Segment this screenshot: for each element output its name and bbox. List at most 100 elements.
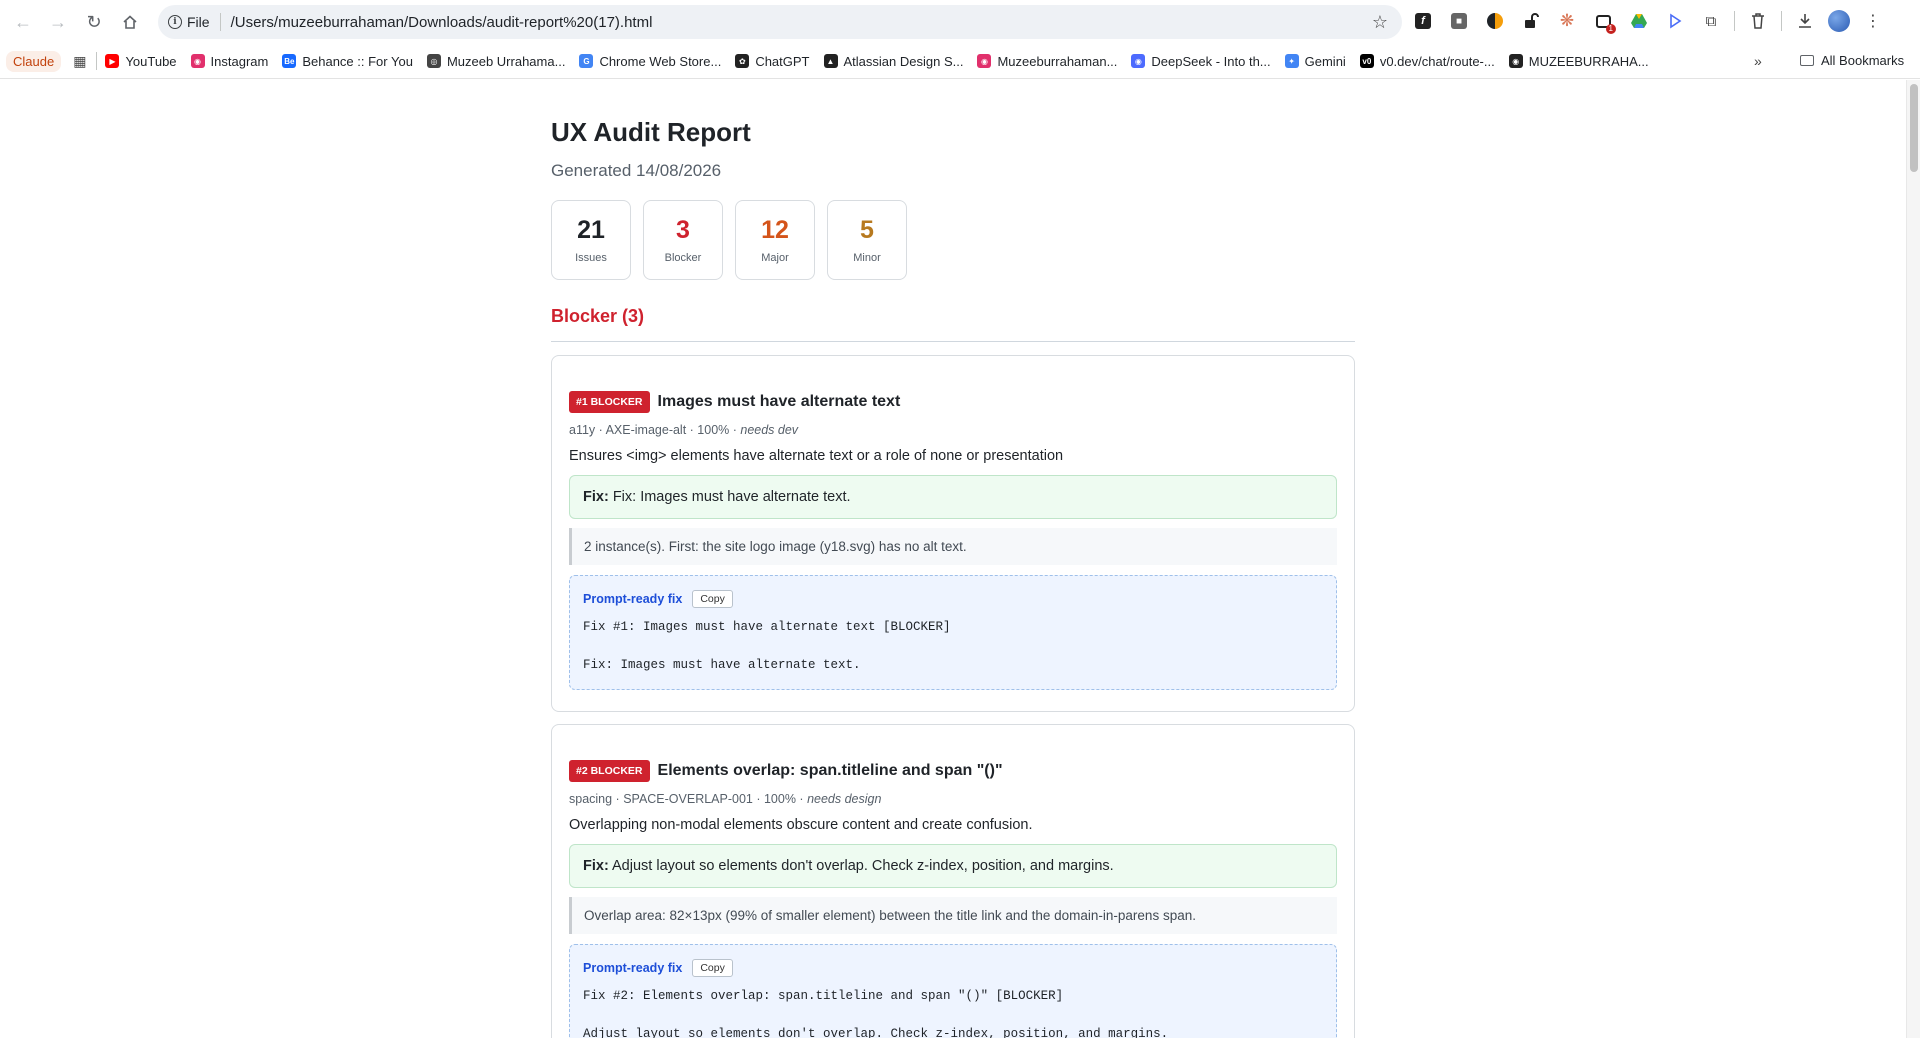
address-bar[interactable]: i File /Users/muzeeburrahaman/Downloads/… bbox=[158, 5, 1402, 39]
generated-date: Generated 14/08/2026 bbox=[551, 161, 722, 180]
extensions-area: f ■ ❋ 1 ⧉ ⋮ bbox=[1410, 8, 1886, 34]
issue-description: Ensures <img> elements have alternate te… bbox=[569, 448, 1064, 464]
fix-box: Fix: Adjust layout so elements don't ove… bbox=[569, 844, 1337, 888]
more-bookmarks-icon[interactable]: » bbox=[1754, 53, 1762, 69]
bookmark-item[interactable]: ◉ Muzeeburrahaman... bbox=[977, 54, 1117, 69]
extension-lock-icon[interactable] bbox=[1518, 8, 1544, 34]
bookmark-item[interactable]: ✿ ChatGPT bbox=[735, 54, 810, 69]
extension-play-icon[interactable] bbox=[1662, 8, 1688, 34]
stat-label: Blocker bbox=[664, 252, 702, 264]
bookmark-item[interactable]: ▶ YouTube bbox=[105, 53, 177, 69]
stat-value: 21 bbox=[577, 216, 605, 244]
bookmark-label: Chrome Web Store... bbox=[599, 53, 722, 69]
extension-badge: 1 bbox=[1605, 24, 1616, 34]
bookmark-label: Muzeeburrahaman... bbox=[997, 53, 1118, 69]
site-chip-label: File bbox=[187, 14, 210, 30]
url-separator bbox=[219, 13, 221, 31]
bookmark-item[interactable]: ◉ DeepSeek - Into th... bbox=[1131, 53, 1271, 69]
prompt-fix-title: Prompt-ready fix bbox=[583, 961, 683, 975]
issue-card: #1 BLOCKER Images must have alternate te… bbox=[551, 355, 1355, 712]
google-drive-icon[interactable] bbox=[1626, 8, 1652, 34]
issue-meta: spacing · SPACE-OVERLAP-001 · 100% · nee… bbox=[569, 792, 1337, 806]
section-heading-blocker: Blocker (3) bbox=[551, 306, 645, 326]
download-icon[interactable] bbox=[1792, 8, 1818, 34]
apps-grid-icon[interactable]: ▦ bbox=[73, 53, 86, 70]
extension-f-icon[interactable]: f bbox=[1410, 8, 1436, 34]
profile-avatar[interactable] bbox=[1828, 10, 1850, 32]
prompt-fix-box: Prompt-ready fix Copy Fix #1: Images mus… bbox=[569, 575, 1337, 690]
bookmark-label: Gemini bbox=[1304, 53, 1346, 69]
fix-text: Adjust layout so elements don't overlap.… bbox=[612, 858, 1114, 874]
youtube-icon: ▶ bbox=[105, 54, 120, 68]
bookmark-item[interactable]: v0 v0.dev/chat/route-... bbox=[1359, 54, 1495, 69]
stat-value: 12 bbox=[761, 216, 789, 244]
bookmark-star-icon[interactable]: ☆ bbox=[1372, 12, 1388, 33]
bookmark-label: Instagram bbox=[210, 53, 269, 69]
page-scrollbar[interactable] bbox=[1906, 80, 1920, 1038]
issue-meta-text: spacing · SPACE-OVERLAP-001 · 100% · bbox=[569, 792, 808, 806]
stat-card-blocker: 3 Blocker bbox=[643, 200, 723, 280]
copy-button[interactable]: Copy bbox=[692, 959, 733, 977]
bookmark-label: YouTube bbox=[125, 53, 177, 69]
issue-description: Overlapping non-modal elements obscure c… bbox=[569, 817, 1033, 833]
deepseek-icon: ◉ bbox=[1131, 54, 1146, 68]
issue-title: Images must have alternate text bbox=[657, 393, 901, 410]
stat-card-issues: 21 Issues bbox=[551, 200, 631, 280]
google-icon: G bbox=[579, 54, 594, 68]
severity-badge: #2 BLOCKER bbox=[569, 760, 650, 782]
fix-text: Fix: Images must have alternate text. bbox=[612, 489, 851, 505]
all-bookmarks[interactable]: All Bookmarks bbox=[1800, 53, 1904, 68]
bookmark-label: MUZEEBURRAHA... bbox=[1528, 53, 1649, 69]
issue-meta-text: a11y · AXE-image-alt · 100% · bbox=[569, 423, 741, 437]
severity-badge: #1 BLOCKER bbox=[569, 391, 650, 413]
bookmark-item[interactable]: Be Behance :: For You bbox=[282, 54, 413, 69]
forward-icon[interactable]: → bbox=[40, 4, 76, 40]
section-divider bbox=[551, 341, 1355, 342]
bookmark-separator bbox=[96, 52, 98, 70]
trash-icon[interactable] bbox=[1745, 8, 1771, 34]
menu-icon[interactable]: ⋮ bbox=[1860, 8, 1886, 34]
issue-header: #1 BLOCKER Images must have alternate te… bbox=[569, 391, 1337, 413]
page-title: UX Audit Report bbox=[551, 117, 751, 147]
globe-icon: ◎ bbox=[426, 54, 441, 68]
extension-claude-icon[interactable]: ❋ bbox=[1554, 8, 1580, 34]
bookmarks-bar: Claude ▦ ▶ YouTube ◉ Instagram Be Behance :: … bbox=[0, 44, 1920, 79]
issue-header: #2 BLOCKER Elements overlap: span.titlel… bbox=[569, 760, 1337, 782]
bookmark-label: Atlassian Design S... bbox=[843, 53, 964, 69]
bookmark-label: DeepSeek - Into th... bbox=[1151, 53, 1271, 69]
instagram-icon: ◉ bbox=[977, 54, 992, 68]
extension-orange-icon[interactable] bbox=[1482, 8, 1508, 34]
extension-badge-icon[interactable]: 1 bbox=[1590, 8, 1616, 34]
bookmark-item[interactable]: ◉ Instagram bbox=[190, 53, 269, 69]
gemini-icon: ✦ bbox=[1284, 54, 1299, 68]
back-icon[interactable]: ← bbox=[5, 4, 41, 40]
extensions-puzzle-icon[interactable]: ⧉ bbox=[1698, 8, 1724, 34]
copy-button[interactable]: Copy bbox=[692, 590, 733, 608]
bookmark-list: ▶ YouTube ◉ Instagram Be Behance :: For You ◎ M… bbox=[105, 54, 1662, 69]
stat-label: Major bbox=[761, 252, 789, 264]
reload-icon[interactable]: ↻ bbox=[76, 4, 112, 40]
bookmark-item[interactable]: ✦ Gemini bbox=[1284, 53, 1346, 69]
all-bookmarks-label: All Bookmarks bbox=[1821, 53, 1905, 68]
issue-title: Elements overlap: span.titleline and spa… bbox=[657, 762, 1003, 779]
toolbar-separator bbox=[1781, 11, 1782, 31]
stat-card-minor: 5 Minor bbox=[827, 200, 907, 280]
bookmark-item[interactable]: G Chrome Web Store... bbox=[579, 54, 721, 69]
bookmark-item[interactable]: ▲ Atlassian Design S... bbox=[823, 53, 964, 69]
bookmark-item[interactable]: ◉ MUZEEBURRAHA... bbox=[1508, 53, 1649, 69]
url-text[interactable]: /Users/muzeeburrahaman/Downloads/audit-r… bbox=[231, 14, 653, 31]
home-icon[interactable] bbox=[112, 4, 148, 40]
bookmark-claude[interactable]: Claude bbox=[6, 50, 62, 72]
bookmark-item[interactable]: ◎ Muzeeb Urrahama... bbox=[426, 54, 565, 69]
stat-card-major: 12 Major bbox=[735, 200, 815, 280]
stat-label: Minor bbox=[853, 252, 881, 264]
issue-meta: a11y · AXE-image-alt · 100% · needs dev bbox=[569, 423, 1337, 437]
extension-grey-icon[interactable]: ■ bbox=[1446, 8, 1472, 34]
v0-icon: v0 bbox=[1359, 54, 1374, 68]
scrollbar-thumb[interactable] bbox=[1910, 84, 1918, 172]
issue-card: #2 BLOCKER Elements overlap: span.titlel… bbox=[551, 724, 1355, 1038]
browser-toolbar: ← → ↻ i File /Users/muzeeburrahaman/Down… bbox=[0, 0, 1920, 44]
toolbar-separator bbox=[1734, 11, 1735, 31]
site-info-chip[interactable]: i File bbox=[168, 14, 210, 30]
bookmark-label: Behance :: For You bbox=[302, 53, 413, 69]
